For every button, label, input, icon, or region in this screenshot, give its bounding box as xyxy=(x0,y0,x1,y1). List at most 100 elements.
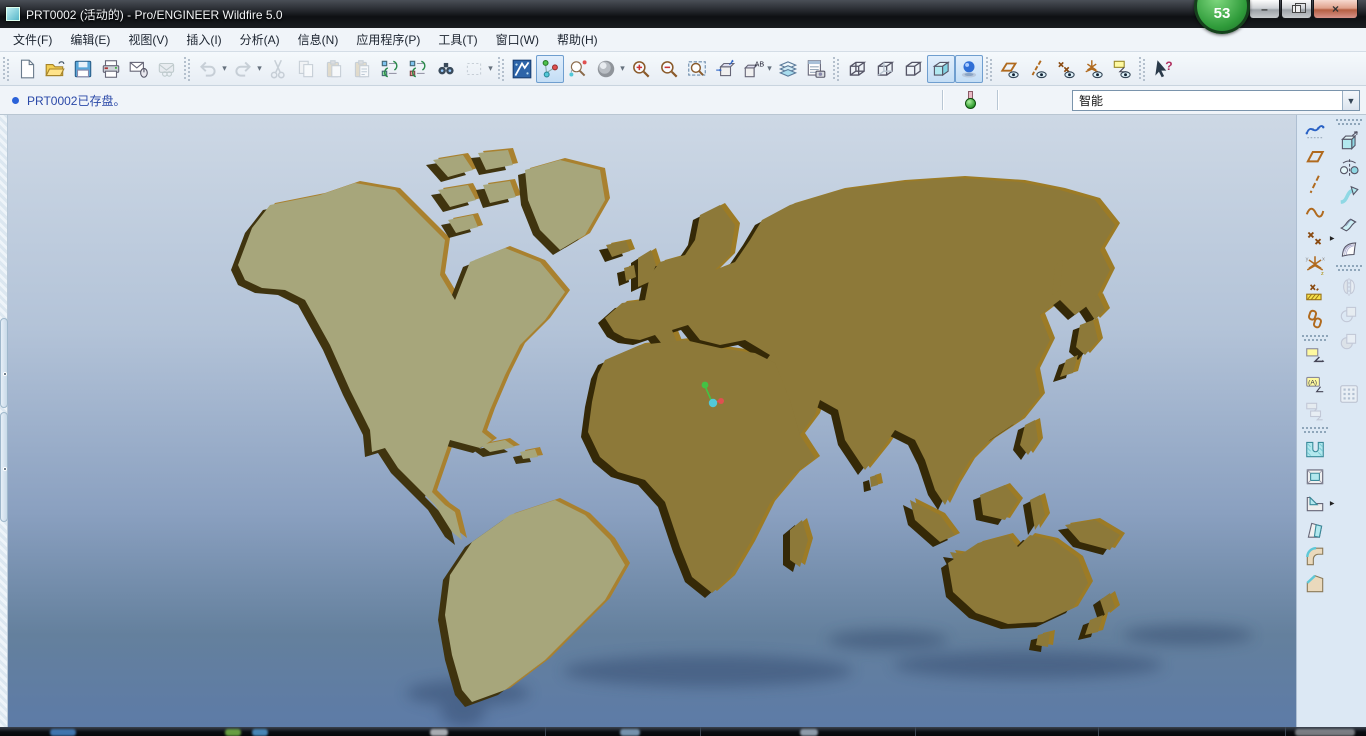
restore-button[interactable] xyxy=(1281,0,1312,19)
merge-tool-button[interactable] xyxy=(1336,328,1363,354)
redo-button[interactable] xyxy=(229,55,257,83)
copy-button[interactable] xyxy=(292,55,320,83)
close-button[interactable]: × xyxy=(1313,0,1358,19)
sash-handle[interactable] xyxy=(0,318,8,408)
open-folder-button[interactable] xyxy=(41,55,69,83)
menu-f[interactable]: 文件(F) xyxy=(4,28,61,51)
toolbar-grip[interactable] xyxy=(498,56,505,81)
enhanced-realism-button[interactable] xyxy=(955,54,983,83)
sketch-tool-button[interactable] xyxy=(1302,117,1329,143)
menu-n[interactable]: 信息(N) xyxy=(289,28,348,51)
svg-text:AB: AB xyxy=(755,60,764,68)
menu-w[interactable]: 窗口(W) xyxy=(487,28,548,51)
datum-points-display-button[interactable] xyxy=(1052,55,1080,83)
annotations-display-button[interactable] xyxy=(1108,55,1136,83)
wireframe-button[interactable] xyxy=(843,55,871,83)
datum-plane-tool-button[interactable] xyxy=(1302,144,1329,170)
datum-point-tool-button[interactable]: ▶ xyxy=(1302,225,1335,251)
toolbar-grip[interactable] xyxy=(986,56,993,81)
shaded-button[interactable] xyxy=(927,54,955,83)
redraw-button[interactable] xyxy=(508,55,536,83)
menu-t[interactable]: 工具(T) xyxy=(429,28,486,51)
regenerate-button[interactable] xyxy=(376,55,404,83)
menu-v[interactable]: 视图(V) xyxy=(119,28,177,51)
datum-axes-display-button[interactable] xyxy=(1024,55,1052,83)
datum-axis-tool-button[interactable] xyxy=(1302,171,1329,197)
navigator-sash[interactable] xyxy=(0,115,8,727)
layers-button[interactable] xyxy=(774,55,802,83)
csys-display-button[interactable] xyxy=(1080,55,1108,83)
context-help-button[interactable]: ? xyxy=(1149,55,1177,83)
windows-taskbar[interactable] xyxy=(0,727,1366,736)
datum-planes-display-button[interactable] xyxy=(996,55,1024,83)
toolbar-separator xyxy=(1302,335,1328,342)
world-map-model[interactable] xyxy=(8,115,1296,727)
swept-blend-tool-button[interactable] xyxy=(1336,209,1363,235)
selection-filter-combobox[interactable]: 智能 ▼ xyxy=(1072,90,1360,111)
cut-button[interactable] xyxy=(264,55,292,83)
swept-blend-tool-icon xyxy=(1339,218,1357,232)
extrude-tool-button[interactable] xyxy=(1336,128,1363,154)
hole-tool-button[interactable] xyxy=(1302,436,1329,462)
mirror-tool-button[interactable] xyxy=(1336,274,1363,300)
menu-e[interactable]: 编辑(E) xyxy=(61,28,119,51)
saved-views-button[interactable]: AB xyxy=(739,55,767,83)
refit-button[interactable] xyxy=(683,55,711,83)
select-box-button[interactable] xyxy=(460,55,488,83)
new-file-button[interactable] xyxy=(13,55,41,83)
chevron-down-icon[interactable]: ▼ xyxy=(1342,91,1359,110)
undo-icon xyxy=(199,61,216,77)
hidden-line-button[interactable] xyxy=(871,55,899,83)
datum-curve-tool-button[interactable] xyxy=(1302,198,1329,224)
send-email-button[interactable] xyxy=(125,55,153,83)
annotation-declutter-tool-button[interactable] xyxy=(1302,398,1329,424)
menu-a[interactable]: 分析(A) xyxy=(231,28,289,51)
round-tool-button[interactable] xyxy=(1302,544,1329,570)
zoom-out-button[interactable] xyxy=(655,55,683,83)
menu-i[interactable]: 插入(I) xyxy=(177,28,230,51)
no-hidden-button[interactable] xyxy=(899,55,927,83)
boundary-blend-tool-button[interactable] xyxy=(1336,236,1363,262)
menu-p[interactable]: 应用程序(P) xyxy=(347,28,429,51)
revolve-tool-button[interactable] xyxy=(1336,155,1363,181)
custom-regenerate-button[interactable] xyxy=(404,55,432,83)
orient-mode-button[interactable] xyxy=(564,55,592,83)
zoom-in-icon xyxy=(633,60,650,77)
view-manager-button[interactable] xyxy=(802,55,830,83)
undo-button[interactable] xyxy=(194,55,222,83)
sash-handle[interactable] xyxy=(0,412,8,522)
toolbar-group xyxy=(0,52,181,85)
annotation-tool-button[interactable] xyxy=(1302,344,1329,370)
paste-button[interactable] xyxy=(320,55,348,83)
toolbar-grip[interactable] xyxy=(833,56,840,81)
sweep-tool-button[interactable] xyxy=(1336,182,1363,208)
chamfer-tool-button[interactable] xyxy=(1302,571,1329,597)
draft-tool-button[interactable] xyxy=(1302,517,1329,543)
print-button[interactable] xyxy=(97,55,125,83)
toolbar-grip[interactable] xyxy=(3,56,10,81)
minimize-button[interactable]: – xyxy=(1249,0,1280,19)
mail-link-button[interactable] xyxy=(153,55,181,83)
find-button[interactable] xyxy=(432,55,460,83)
rib-tool-button[interactable]: ▶ xyxy=(1302,490,1335,516)
menu-h[interactable]: 帮助(H) xyxy=(548,28,607,51)
reorient-button[interactable] xyxy=(711,55,739,83)
save-button[interactable] xyxy=(69,55,97,83)
sketched-datum-tool-button[interactable] xyxy=(1302,279,1329,305)
graphics-area[interactable] xyxy=(8,115,1296,727)
spin-center-button[interactable] xyxy=(536,54,564,83)
csys-tool-button[interactable]: y z x xyxy=(1302,252,1329,278)
copy-geometry-tool-button[interactable] xyxy=(1302,306,1329,332)
shade-sphere-button[interactable] xyxy=(592,55,620,83)
toolbar-grip[interactable] xyxy=(1139,56,1146,81)
rib-tool-flyout-arrow[interactable]: ▶ xyxy=(1330,500,1335,507)
pattern-tool-button[interactable] xyxy=(1336,381,1363,407)
toolbar-grip[interactable] xyxy=(184,56,191,81)
regen-status-icon[interactable] xyxy=(964,91,977,109)
trim-tool-button[interactable] xyxy=(1336,301,1363,327)
title-bar[interactable]: PRT0002 (活动的) - Pro/ENGINEER Wildfire 5.… xyxy=(0,0,1366,28)
paste-special-button[interactable] xyxy=(348,55,376,83)
shell-tool-button[interactable] xyxy=(1302,463,1329,489)
annotation-text-tool-button[interactable]: (A) xyxy=(1302,371,1329,397)
zoom-in-button[interactable] xyxy=(627,55,655,83)
